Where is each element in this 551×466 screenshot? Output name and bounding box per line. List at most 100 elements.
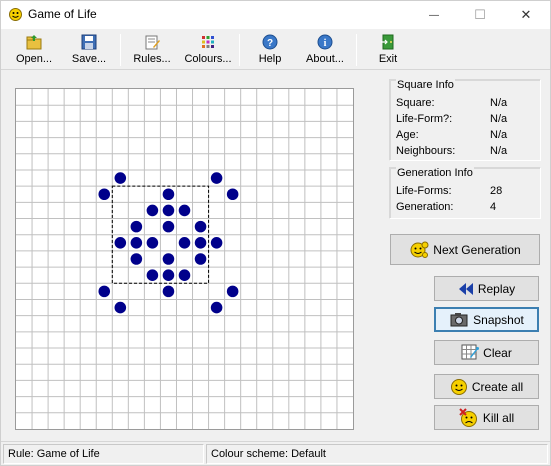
live-cell[interactable]: [210, 237, 223, 249]
live-cell[interactable]: [114, 172, 127, 184]
clear-grid-icon: [461, 344, 480, 359]
svg-text:?: ?: [267, 38, 273, 49]
svg-text:i: i: [324, 38, 327, 49]
exit-button[interactable]: Exit: [373, 33, 403, 67]
crossed-out-smiley-icon: [459, 407, 477, 427]
colour-palette-icon: [202, 36, 214, 48]
life-form-row: Life-Form?: N/a: [396, 113, 536, 129]
create-all-button[interactable]: Create all: [434, 374, 539, 399]
toolbar-separator: [239, 34, 240, 66]
generation-value: 4: [490, 201, 497, 213]
square-row: Square: N/a: [396, 97, 536, 113]
live-cell[interactable]: [178, 269, 191, 281]
rewind-icon: [458, 282, 473, 295]
next-generation-button[interactable]: Next Generation: [390, 234, 540, 265]
close-button[interactable]: ✕: [503, 1, 549, 29]
live-cell[interactable]: [98, 285, 111, 298]
live-cell[interactable]: [162, 204, 175, 217]
square-info-title: Square Info: [396, 79, 455, 91]
live-cell[interactable]: [178, 237, 191, 249]
about-button[interactable]: i About...: [302, 33, 348, 67]
smiley-app-icon: [9, 8, 22, 21]
live-cell[interactable]: [226, 285, 239, 298]
live-cell[interactable]: [226, 188, 239, 201]
floppy-disk-icon: [81, 34, 97, 50]
live-cell[interactable]: [98, 188, 111, 201]
colours-button[interactable]: Colours...: [181, 33, 235, 67]
live-cell[interactable]: [162, 220, 175, 233]
live-cell[interactable]: [162, 188, 175, 201]
rules-label: Rules...: [133, 53, 171, 65]
life-form-key: Life-Form?:: [396, 113, 453, 125]
camera-icon: [450, 312, 468, 326]
life-form-value: N/a: [490, 113, 508, 125]
life-grid[interactable]: [16, 89, 353, 429]
square-key: Square:: [396, 97, 435, 109]
live-cell[interactable]: [130, 237, 143, 249]
life-forms-row: Life-Forms: 28: [396, 185, 536, 201]
live-cell[interactable]: [130, 253, 143, 265]
create-all-label: Create all: [471, 379, 524, 394]
replay-button[interactable]: Replay: [434, 276, 539, 301]
live-cell[interactable]: [146, 204, 159, 217]
live-cell[interactable]: [162, 269, 175, 281]
rules-icon: [145, 35, 160, 50]
colours-label: Colours...: [184, 53, 232, 65]
replay-label: Replay: [477, 281, 516, 296]
title-bar: Game of Life — ☐ ✕: [1, 1, 550, 29]
live-cell[interactable]: [194, 220, 207, 233]
live-cell[interactable]: [146, 237, 159, 249]
life-forms-value: 28: [490, 185, 503, 197]
maximize-icon: ☐: [474, 7, 486, 22]
live-cell[interactable]: [194, 253, 207, 265]
help-button[interactable]: ? Help: [253, 33, 287, 67]
clear-label: Clear: [483, 345, 512, 360]
help-label: Help: [258, 53, 282, 65]
toolbar-separator: [356, 34, 357, 66]
live-cell[interactable]: [210, 172, 223, 184]
live-cell[interactable]: [210, 301, 223, 314]
generation-key: Generation:: [396, 201, 454, 213]
exit-label: Exit: [378, 53, 398, 65]
smiley-icon: [450, 378, 467, 395]
live-cell[interactable]: [178, 204, 191, 217]
window-title: Game of Life: [28, 7, 97, 21]
close-icon: ✕: [520, 7, 532, 22]
clear-button[interactable]: Clear: [434, 340, 539, 365]
age-row: Age: N/a: [396, 129, 536, 145]
snapshot-button[interactable]: Snapshot: [434, 307, 539, 332]
snapshot-label: Snapshot: [473, 312, 524, 327]
minimize-button[interactable]: —: [411, 1, 457, 29]
live-cell[interactable]: [114, 237, 127, 249]
life-forms-key: Life-Forms:: [396, 185, 452, 197]
live-cell[interactable]: [130, 220, 143, 233]
smiley-group-icon: [410, 241, 429, 258]
neighbours-key: Neighbours:: [396, 145, 456, 157]
about-label: About...: [306, 53, 344, 65]
live-cell[interactable]: [114, 301, 127, 314]
live-cell[interactable]: [162, 253, 175, 265]
help-icon: ?: [262, 34, 278, 50]
life-grid-board[interactable]: [15, 88, 354, 430]
live-cell[interactable]: [146, 269, 159, 281]
open-button[interactable]: Open...: [11, 33, 57, 67]
open-label: Open...: [15, 53, 53, 65]
kill-all-button[interactable]: Kill all: [434, 405, 539, 430]
status-colour-scheme: Colour scheme: Default: [206, 444, 548, 464]
save-button[interactable]: Save...: [66, 33, 112, 67]
age-key: Age:: [396, 129, 419, 141]
live-cell[interactable]: [162, 285, 175, 298]
open-folder-icon: [26, 35, 42, 50]
age-value: N/a: [490, 129, 508, 141]
status-bar: Rule: Game of Life Colour scheme: Defaul…: [1, 441, 550, 465]
generation-info-title: Generation Info: [396, 167, 474, 179]
neighbours-value: N/a: [490, 145, 508, 157]
rules-button[interactable]: Rules...: [128, 33, 176, 67]
info-icon: i: [317, 34, 333, 50]
status-rule: Rule: Game of Life: [3, 444, 204, 464]
live-cell[interactable]: [194, 237, 207, 249]
maximize-button[interactable]: ☐: [457, 1, 503, 29]
minimize-icon: —: [429, 9, 439, 21]
generation-row: Generation: 4: [396, 201, 536, 217]
toolbar: Open... Save... Rules... Colours... ? He…: [1, 30, 550, 70]
